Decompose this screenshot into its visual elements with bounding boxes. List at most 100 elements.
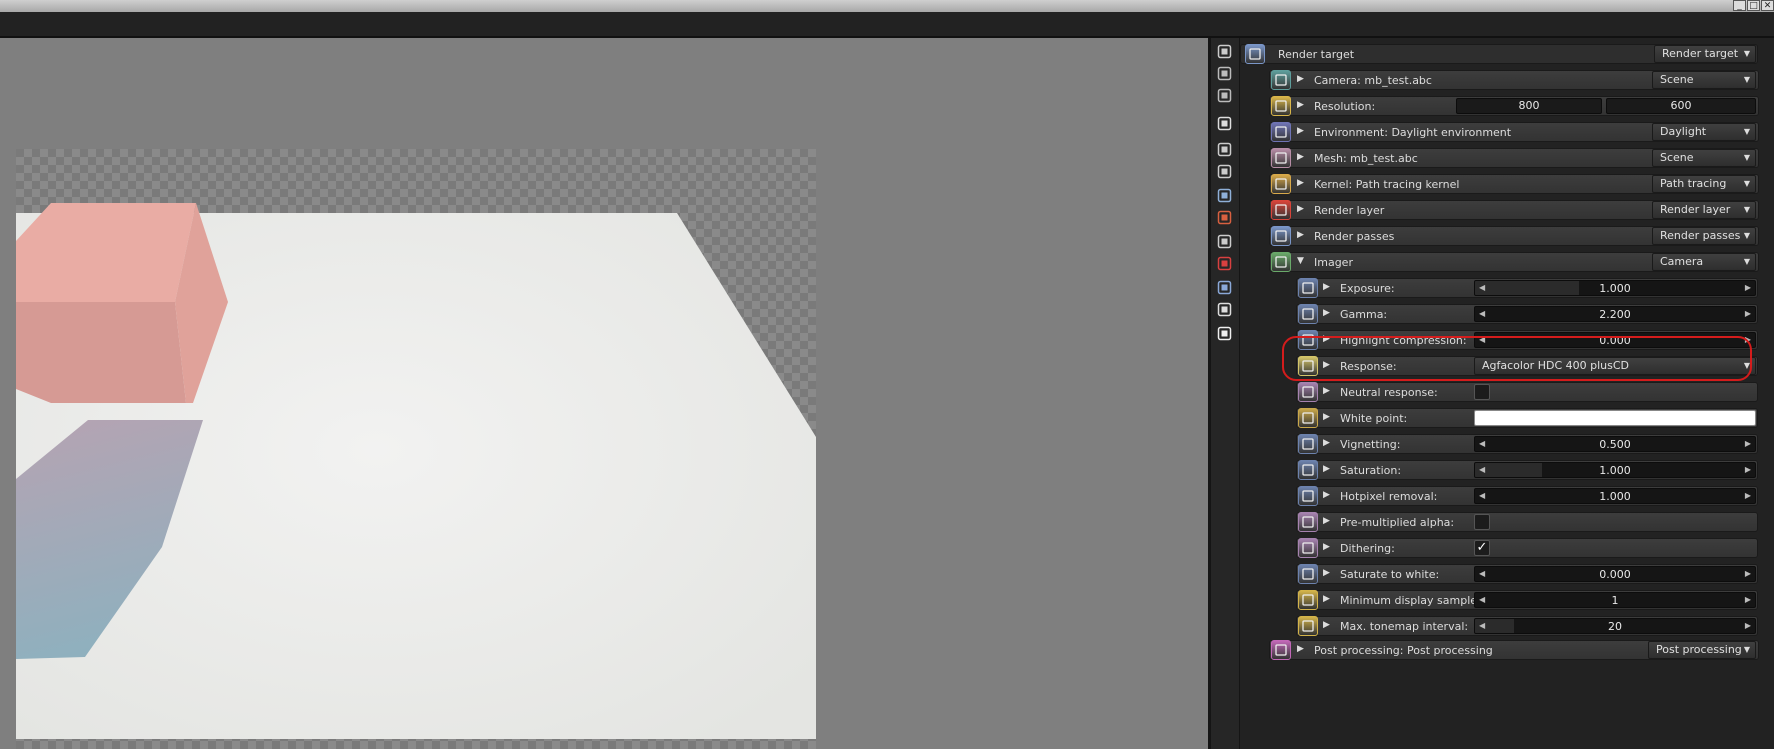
right-arrow-icon[interactable]: ▶ <box>1745 465 1751 474</box>
max-tonemap-interval-slider[interactable]: ◀ 20 ▶ <box>1474 618 1756 634</box>
post-processing-expand-arrow[interactable]: ▶ <box>1297 644 1304 654</box>
render-layer-expand-arrow[interactable]: ▶ <box>1297 204 1304 214</box>
minimum-display-samples-expand-arrow[interactable]: ▶ <box>1323 594 1330 604</box>
post-processing-combo[interactable]: Post processing ▼ <box>1648 641 1756 659</box>
render-layer-icon[interactable] <box>1271 200 1291 220</box>
render-passes-icon[interactable] <box>1271 226 1291 246</box>
saturate-to-white-expand-arrow[interactable]: ▶ <box>1323 568 1330 578</box>
kernel-path-tracing-kernel-expand-arrow[interactable]: ▶ <box>1297 178 1304 188</box>
layers-icon[interactable] <box>1217 66 1232 81</box>
exposure-value: 1.000 <box>1599 282 1631 295</box>
resolution-expand-arrow[interactable]: ▶ <box>1297 100 1304 110</box>
right-arrow-icon[interactable]: ▶ <box>1745 491 1751 500</box>
right-arrow-icon[interactable]: ▶ <box>1745 569 1751 578</box>
resolution-width-field[interactable]: 800 <box>1456 98 1602 114</box>
render-layer-combo[interactable]: Render layer ▼ <box>1652 201 1756 219</box>
pre-multiplied-alpha-expand-arrow[interactable]: ▶ <box>1323 516 1330 526</box>
neutral-response-checkbox[interactable] <box>1474 384 1490 400</box>
material-icon[interactable] <box>1217 210 1232 225</box>
imager-combo[interactable]: Camera ▼ <box>1652 253 1756 271</box>
mesh-mb-test-abc-expand-arrow[interactable]: ▶ <box>1297 152 1304 162</box>
minimum-display-samples-icon[interactable] <box>1298 590 1318 610</box>
environment-daylight-environment-expand-arrow[interactable]: ▶ <box>1297 126 1304 136</box>
kernel-icon[interactable] <box>1217 142 1232 157</box>
close-button[interactable]: ✕ <box>1761 0 1774 11</box>
hotpixel-removal-value: 1.000 <box>1599 490 1631 503</box>
imager-expand-arrow[interactable]: ▼ <box>1297 256 1304 266</box>
render-target-icon[interactable] <box>1245 44 1265 64</box>
render-viewport[interactable] <box>0 38 1208 749</box>
environment-daylight-environment-label: Environment: Daylight environment <box>1314 126 1512 139</box>
vignetting-slider[interactable]: ◀ 0.500 ▶ <box>1474 436 1756 452</box>
resolution-height-field[interactable]: 600 <box>1606 98 1756 114</box>
exposure-expand-arrow[interactable]: ▶ <box>1323 282 1330 292</box>
camera-mb-test-abc-expand-arrow[interactable]: ▶ <box>1297 74 1304 84</box>
render-target-row: Render target Render target ▼ <box>1240 44 1758 66</box>
pre-multiplied-alpha-icon[interactable] <box>1298 512 1318 532</box>
render-target-combo[interactable]: Render target ▼ <box>1654 45 1756 63</box>
minimize-button[interactable]: _ <box>1733 0 1746 11</box>
kernel-path-tracing-kernel-icon[interactable] <box>1271 174 1291 194</box>
kernel-alt-icon[interactable] <box>1217 234 1232 249</box>
minimum-display-samples-slider[interactable]: ◀ 1 ▶ <box>1474 592 1756 608</box>
right-arrow-icon[interactable]: ▶ <box>1745 309 1751 318</box>
image-icon[interactable] <box>1217 116 1232 131</box>
node-row-render-passes: ▶ Render passes Render passes ▼ <box>1248 226 1759 248</box>
dithering-icon[interactable] <box>1298 538 1318 558</box>
hotpixel-removal-expand-arrow[interactable]: ▶ <box>1323 490 1330 500</box>
mesh-mb-test-abc-icon[interactable] <box>1271 148 1291 168</box>
camera-mb-test-abc-icon[interactable] <box>1271 70 1291 90</box>
saturate-to-white-icon[interactable] <box>1298 564 1318 584</box>
render-passes-expand-arrow[interactable]: ▶ <box>1297 230 1304 240</box>
resolution-icon[interactable] <box>1271 96 1291 116</box>
maximize-button[interactable]: □ <box>1747 0 1760 11</box>
saturation-slider[interactable]: ◀ 1.000 ▶ <box>1474 462 1756 478</box>
mesh-mb-test-abc-combo[interactable]: Scene ▼ <box>1652 149 1756 167</box>
render-passes-combo[interactable]: Render passes ▼ <box>1652 227 1756 245</box>
saturation-icon[interactable] <box>1298 460 1318 480</box>
imager-icon[interactable] <box>1217 302 1232 317</box>
camera-mb-test-abc-combo[interactable]: Scene ▼ <box>1652 71 1756 89</box>
render-passes-icon[interactable] <box>1217 280 1232 295</box>
vignetting-icon[interactable] <box>1298 434 1318 454</box>
imager-row-white-point: ▶ White point: <box>1248 408 1758 430</box>
dithering-checkbox[interactable]: ✓ <box>1474 540 1490 556</box>
post-processing-icon[interactable] <box>1217 326 1232 341</box>
right-arrow-icon[interactable]: ▶ <box>1745 621 1751 630</box>
vignetting-expand-arrow[interactable]: ▶ <box>1323 438 1330 448</box>
hotpixel-removal-icon[interactable] <box>1298 486 1318 506</box>
camera-settings-icon[interactable] <box>1217 44 1232 59</box>
dithering-expand-arrow[interactable]: ▶ <box>1323 542 1330 552</box>
max-tonemap-interval-expand-arrow[interactable]: ▶ <box>1323 620 1330 630</box>
right-arrow-icon[interactable]: ▶ <box>1745 283 1751 292</box>
white-point-color-swatch[interactable] <box>1474 410 1756 426</box>
max-tonemap-interval-icon[interactable] <box>1298 616 1318 636</box>
gamma-slider[interactable]: ◀ 2.200 ▶ <box>1474 306 1756 322</box>
environment-daylight-environment-icon[interactable] <box>1271 122 1291 142</box>
environment-daylight-environment-combo[interactable]: Daylight ▼ <box>1652 123 1756 141</box>
right-arrow-icon[interactable]: ▶ <box>1745 439 1751 448</box>
neutral-response-icon[interactable] <box>1298 382 1318 402</box>
resolution-label: Resolution: <box>1314 100 1376 113</box>
neutral-response-expand-arrow[interactable]: ▶ <box>1323 386 1330 396</box>
post-processing-icon[interactable] <box>1271 640 1291 660</box>
gamma-expand-arrow[interactable]: ▶ <box>1323 308 1330 318</box>
list-icon[interactable] <box>1217 88 1232 103</box>
right-arrow-icon[interactable]: ▶ <box>1745 595 1751 604</box>
exposure-icon[interactable] <box>1298 278 1318 298</box>
saturation-expand-arrow[interactable]: ▶ <box>1323 464 1330 474</box>
saturation-label: Saturation: <box>1340 464 1402 477</box>
gamma-icon[interactable] <box>1298 304 1318 324</box>
kernel-path-tracing-kernel-combo[interactable]: Path tracing ▼ <box>1652 175 1756 193</box>
hotpixel-removal-slider[interactable]: ◀ 1.000 ▶ <box>1474 488 1756 504</box>
white-point-icon[interactable] <box>1298 408 1318 428</box>
white-point-expand-arrow[interactable]: ▶ <box>1323 412 1330 422</box>
node-row-render-layer: ▶ Render layer Render layer ▼ <box>1248 200 1759 222</box>
exposure-slider[interactable]: ◀ 1.000 ▶ <box>1474 280 1756 296</box>
imager-icon[interactable] <box>1271 252 1291 272</box>
render-layer-icon[interactable] <box>1217 256 1232 271</box>
resolution-icon[interactable] <box>1217 164 1232 179</box>
pre-multiplied-alpha-checkbox[interactable] <box>1474 514 1490 530</box>
environment-icon[interactable] <box>1217 188 1232 203</box>
saturate-to-white-slider[interactable]: ◀ 0.000 ▶ <box>1474 566 1756 582</box>
